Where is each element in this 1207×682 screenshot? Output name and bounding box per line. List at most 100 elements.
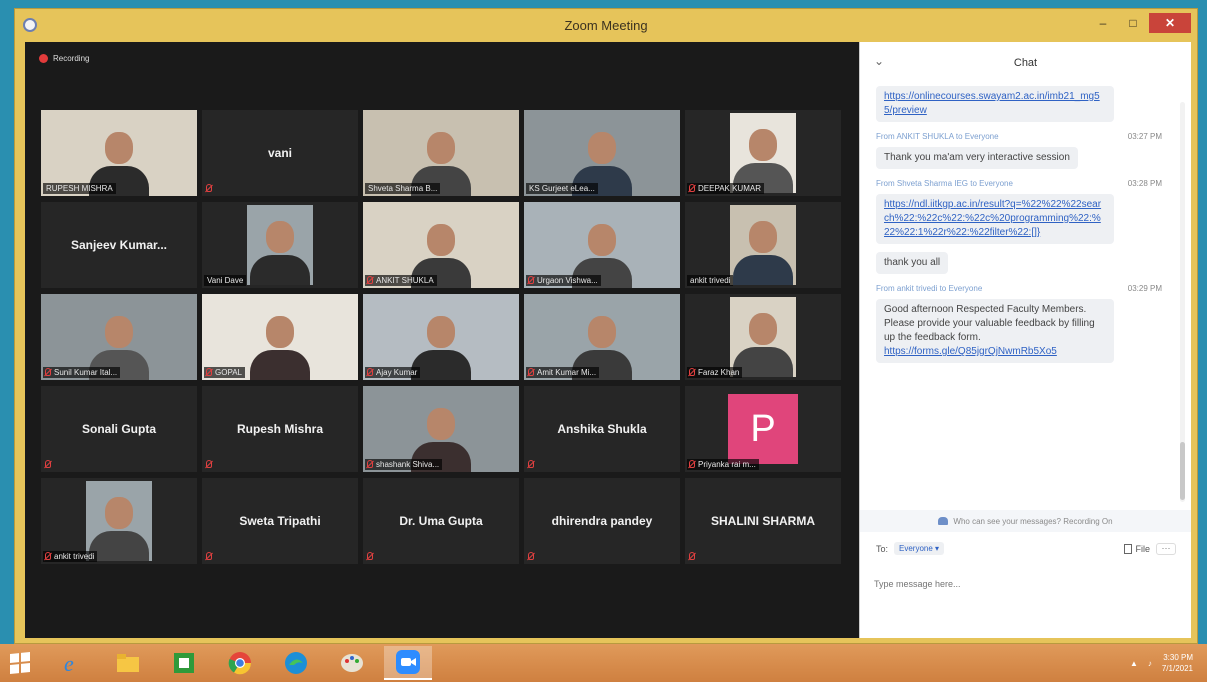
message-link[interactable]: https://ndl.iitkgp.ac.in/result?q=%22%22… (884, 198, 1106, 240)
participant-tile[interactable]: Ajay Kumar (363, 294, 519, 380)
close-button[interactable]: ✕ (1149, 13, 1191, 33)
participant-tile[interactable]: vani (202, 110, 358, 196)
participant-tile[interactable]: P Priyanka rai m... (685, 386, 841, 472)
message-time: 03:29 PM (1127, 284, 1162, 293)
participant-tile[interactable]: Anshika Shukla (524, 386, 680, 472)
participant-tile[interactable]: RUPESH MISHRA (41, 110, 197, 196)
file-icon (1124, 543, 1133, 554)
recording-indicator[interactable]: Recording (39, 54, 89, 63)
recording-dot-icon (39, 54, 48, 63)
taskbar-paint-icon[interactable] (328, 646, 376, 680)
participant-video (730, 205, 796, 285)
participant-name: Sweta Tripathi (239, 514, 321, 528)
message-meta: From Shveta Sharma IEG to Everyone 03:28 … (860, 179, 1178, 188)
participant-tile[interactable]: Faraz Khan (685, 294, 841, 380)
collapse-chevron-icon[interactable]: ⌄ (874, 54, 884, 68)
network-icon[interactable]: ▲ (1130, 659, 1138, 668)
taskbar-ie-icon[interactable]: e (48, 646, 96, 680)
participant-tile[interactable]: KS Gurjeet eLea... (524, 110, 680, 196)
message-sender: From Shveta Sharma IEG to Everyone (876, 179, 1013, 188)
participant-tile[interactable]: DEEPAK KUMAR (685, 110, 841, 196)
mic-muted-icon (206, 368, 212, 376)
people-icon (938, 517, 949, 525)
participant-tile[interactable]: Dr. Uma Gupta (363, 478, 519, 564)
mic-muted-icon (689, 552, 695, 560)
visibility-notice-text: Who can see your messages? Recording On (953, 516, 1113, 526)
recipient-value: Everyone (899, 544, 933, 553)
visibility-notice[interactable]: Who can see your messages? Recording On (860, 510, 1191, 532)
participant-tile[interactable]: dhirendra pandey (524, 478, 680, 564)
more-options-button[interactable]: ··· (1156, 542, 1176, 555)
mic-muted-icon (45, 368, 51, 376)
participant-name-label: Urgaon Vishwa... (526, 275, 601, 286)
gallery-view: Recording RUPESH MISHRA vani Shveta Sharma… (25, 42, 859, 638)
mic-muted-icon (206, 184, 212, 192)
participant-video (730, 113, 796, 193)
participant-tile[interactable]: Shveta Sharma B... (363, 110, 519, 196)
minimize-button[interactable]: – (1089, 13, 1117, 33)
message-time: 03:28 PM (1127, 179, 1162, 188)
volume-icon[interactable]: ♪ (1148, 659, 1152, 668)
person-silhouette (733, 221, 793, 285)
message-link[interactable]: https://forms.gle/Q85jgrQjNwmRb5Xo5 (884, 345, 1106, 359)
participant-tile[interactable]: shashank Shiva... (363, 386, 519, 472)
participant-tile[interactable]: Sanjeev Kumar... (41, 202, 197, 288)
participant-name-label: ankit trivedi (687, 275, 734, 286)
person-silhouette (89, 497, 149, 561)
participant-tile[interactable]: Sweta Tripathi (202, 478, 358, 564)
chat-scrollbar[interactable] (1180, 102, 1185, 502)
participant-video (247, 205, 313, 285)
participant-tile[interactable]: Sonali Gupta (41, 386, 197, 472)
maximize-button[interactable]: □ (1119, 13, 1147, 33)
participant-tile[interactable]: ankit trivedi (685, 202, 841, 288)
mic-muted-icon (367, 276, 373, 284)
message-text: Good afternoon Respected Faculty Members… (884, 304, 1095, 343)
mic-muted-icon (367, 460, 373, 468)
mic-muted-icon (45, 460, 51, 468)
taskbar-file-explorer-icon[interactable] (104, 646, 152, 680)
participant-name-label: Vani Dave (204, 275, 247, 286)
participant-tile[interactable]: Urgaon Vishwa... (524, 202, 680, 288)
participant-tile[interactable]: ankit trivedi (41, 478, 197, 564)
mic-muted-icon (528, 368, 534, 376)
zoom-app-icon (23, 18, 37, 32)
participant-tile[interactable]: Rupesh Mishra (202, 386, 358, 472)
recording-label: Recording (53, 54, 90, 63)
participant-name-label: Priyanka rai m... (687, 459, 759, 470)
taskbar-zoom-icon[interactable] (384, 646, 432, 680)
participant-name-label: Sunil Kumar Ital... (43, 367, 121, 378)
window-title: Zoom Meeting (564, 17, 648, 33)
file-button[interactable]: File (1124, 543, 1150, 554)
message-time: 03:27 PM (1127, 132, 1162, 141)
mic-muted-icon (528, 552, 534, 560)
clock-date: 7/1/2021 (1161, 664, 1193, 673)
recipient-select[interactable]: Everyone ▾ (894, 542, 945, 555)
participant-tile[interactable]: Sunil Kumar Ital... (41, 294, 197, 380)
participant-tile[interactable]: ANKIT SHUKLA (363, 202, 519, 288)
chat-scrollbar-thumb[interactable] (1180, 442, 1185, 500)
participant-name-label: shashank Shiva... (365, 459, 443, 470)
message-text: thank you all (884, 257, 941, 268)
windows-taskbar: e ▲ ♪ 3:30 PM 7/1/2021 (0, 644, 1207, 682)
start-button[interactable] (0, 644, 40, 682)
participant-tile[interactable]: Amit Kumar Mi... (524, 294, 680, 380)
participant-name: Rupesh Mishra (236, 422, 323, 436)
mic-muted-icon (528, 276, 534, 284)
participant-tile[interactable]: GOPAL (202, 294, 358, 380)
taskbar-edge-icon[interactable] (272, 646, 320, 680)
chat-title: Chat (1013, 57, 1038, 69)
taskbar-store-icon[interactable] (160, 646, 208, 680)
chat-message-input[interactable] (874, 564, 1174, 604)
taskbar-chrome-icon[interactable] (216, 646, 264, 680)
message-text: Thank you ma'am very interactive session (884, 152, 1070, 163)
chat-message: https://onlinecourses.swayam2.ac.in/imb2… (876, 86, 1114, 122)
taskbar-clock[interactable]: 3:30 PM 7/1/2021 (1162, 652, 1193, 674)
message-sender: From ANKIT SHUKLA to Everyone (876, 132, 999, 141)
title-bar[interactable]: Zoom Meeting – □ ✕ (15, 9, 1197, 41)
participant-name-label: Amit Kumar Mi... (526, 367, 600, 378)
participant-tile[interactable]: Vani Dave (202, 202, 358, 288)
participant-name: Sonali Gupta (81, 422, 156, 436)
zoom-window: Zoom Meeting – □ ✕ Recording RUPESH MISH… (14, 8, 1198, 644)
participant-tile[interactable]: SHALINI SHARMA (685, 478, 841, 564)
message-link[interactable]: https://onlinecourses.swayam2.ac.in/imb2… (884, 90, 1106, 118)
